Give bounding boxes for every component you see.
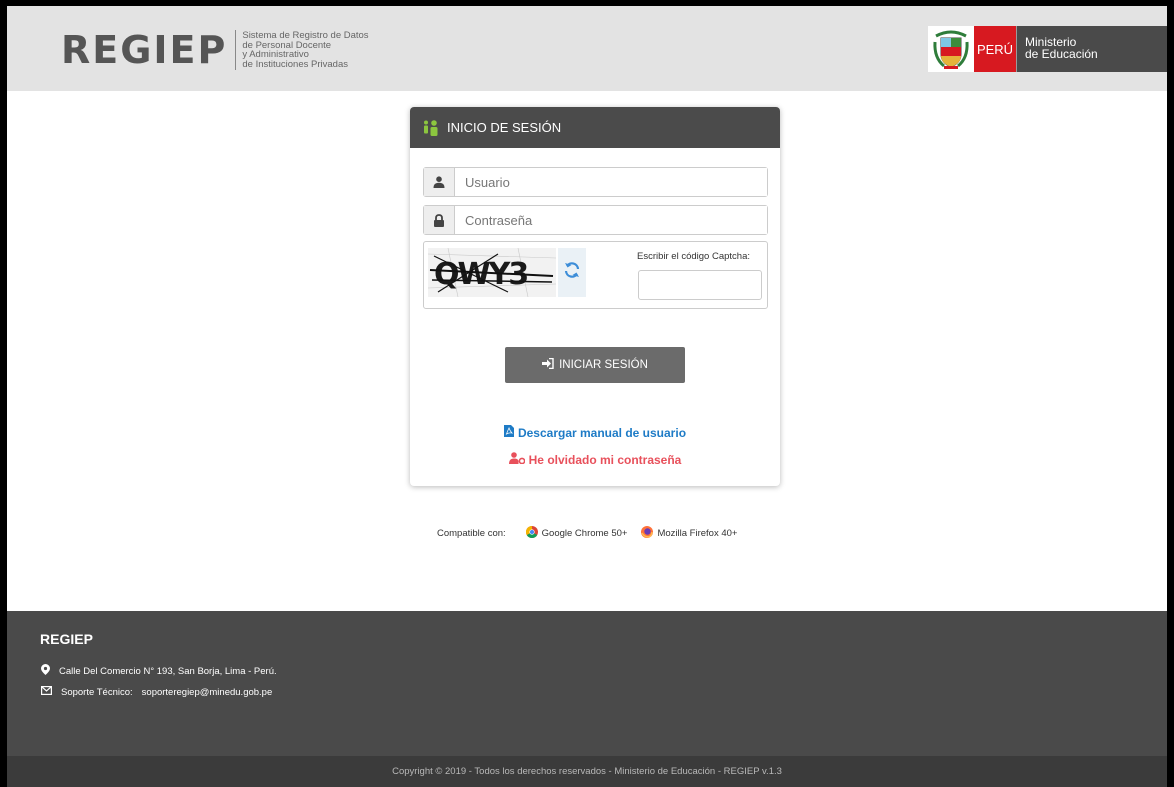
username-input[interactable] — [455, 168, 767, 196]
captcha-input[interactable] — [638, 270, 762, 300]
captcha-image: QWY3 — [428, 248, 556, 297]
site-footer: REGIEP Calle Del Comercio N° 193, San Bo… — [7, 611, 1167, 756]
captcha-refresh-button[interactable] — [558, 248, 586, 297]
users-icon — [423, 119, 441, 136]
envelope-icon — [41, 686, 53, 698]
footer-support: Soporte Técnico: soporteregiep@minedu.go… — [41, 686, 272, 698]
lock-icon — [424, 206, 455, 234]
country-label: PERÚ — [974, 26, 1016, 72]
map-marker-icon — [41, 664, 50, 678]
firefox-icon — [641, 526, 654, 541]
brand-name: REGIEP — [61, 28, 228, 72]
compatibility-info: Compatible con: Google Chrome 50+ Mozill… — [437, 526, 737, 541]
username-group — [423, 167, 768, 197]
page: REGIEP Sistema de Registro de Datos de P… — [7, 6, 1167, 787]
footer-address: Calle Del Comercio N° 193, San Borja, Li… — [41, 664, 277, 678]
login-button[interactable]: INICIAR SESIÓN — [505, 347, 685, 383]
captcha-box: QWY3 Escribir el código Captcha: — [423, 241, 768, 309]
chrome-icon — [525, 526, 538, 541]
refresh-icon — [563, 261, 581, 284]
login-button-label: INICIAR SESIÓN — [559, 359, 648, 371]
ministry-logo[interactable]: PERÚ Ministerio de Educación — [928, 26, 1167, 72]
compat-label: Compatible con: — [437, 528, 506, 539]
password-group — [423, 205, 768, 235]
ministry-name-line: de Educación — [1025, 47, 1098, 61]
login-card-header: INICIO DE SESIÓN — [410, 107, 780, 148]
password-input[interactable] — [455, 206, 767, 234]
brand-subtitle-line: de Instituciones Privadas — [242, 58, 348, 70]
ministry-name: Ministerio de Educación — [1016, 26, 1167, 72]
captcha-label: Escribir el código Captcha: — [637, 251, 750, 262]
user-icon — [424, 168, 455, 196]
pdf-icon — [503, 425, 514, 440]
footer-address-text: Calle Del Comercio N° 193, San Borja, Li… — [59, 665, 277, 677]
copyright-text: Copyright © 2019 - Todos los derechos re… — [392, 766, 782, 777]
login-title: INICIO DE SESIÓN — [447, 120, 562, 135]
login-card: INICIO DE SESIÓN Usuario QWY3 Escribir e… — [410, 107, 780, 486]
forgot-password-link[interactable]: He olvidado mi contraseña — [410, 452, 780, 467]
peru-shield-icon — [928, 26, 974, 72]
forgot-password-label: He olvidado mi contraseña — [528, 452, 682, 467]
copyright-bar: Copyright © 2019 - Todos los derechos re… — [7, 756, 1167, 787]
download-manual-link[interactable]: Descargar manual de usuario — [410, 425, 780, 440]
user-cog-icon — [508, 452, 526, 467]
download-manual-label: Descargar manual de usuario — [517, 425, 687, 440]
support-email-link[interactable]: soporteregiep@minedu.gob.pe — [142, 687, 273, 698]
footer-title: REGIEP — [40, 631, 93, 647]
firefox-compat-label: Mozilla Firefox 40+ — [657, 528, 738, 539]
brand-divider — [235, 30, 237, 70]
site-header: REGIEP Sistema de Registro de Datos de P… — [7, 6, 1167, 91]
chrome-compat: Google Chrome 50+ — [525, 526, 628, 541]
firefox-compat: Mozilla Firefox 40+ — [641, 526, 737, 541]
brand-subtitle: Sistema de Registro de Datos de Personal… — [242, 31, 368, 69]
chrome-compat-label: Google Chrome 50+ — [541, 528, 628, 539]
brand-logo[interactable]: REGIEP Sistema de Registro de Datos de P… — [61, 28, 369, 72]
footer-support-label: Soporte Técnico: — [61, 686, 133, 698]
sign-in-icon — [542, 357, 554, 372]
